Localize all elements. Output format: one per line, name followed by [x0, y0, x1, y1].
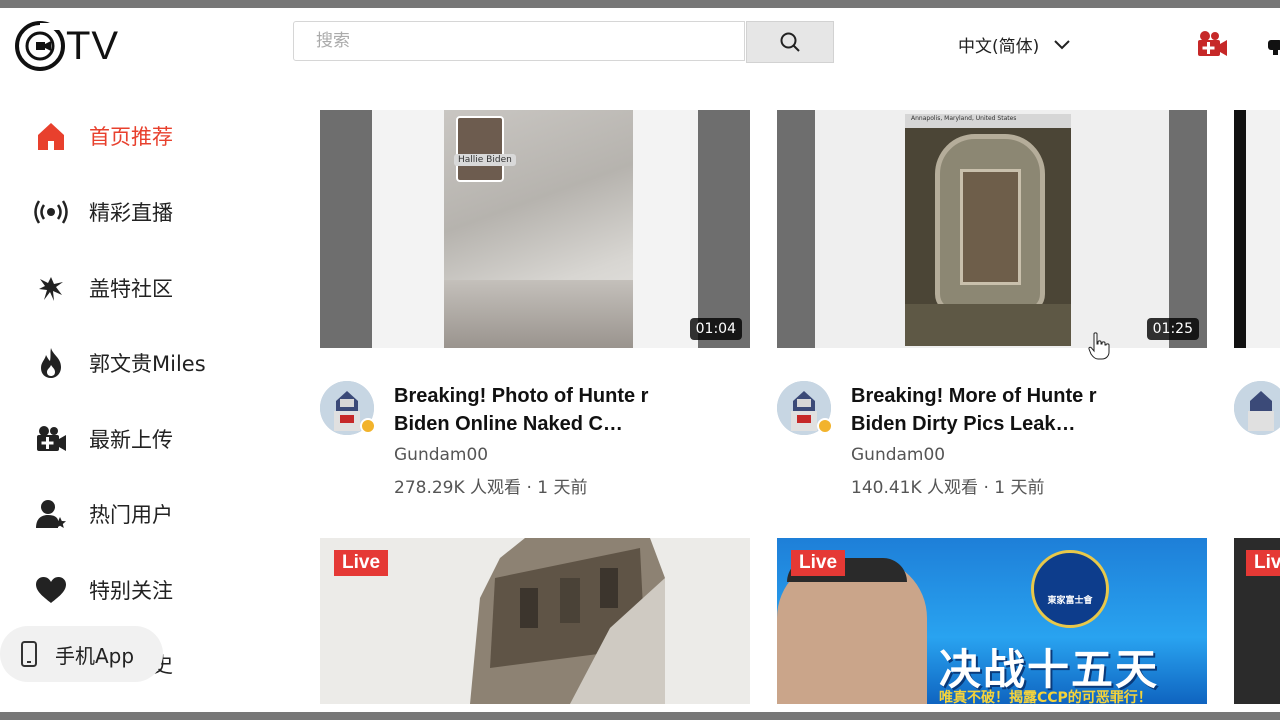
- sidebar-item-label: 热门用户: [89, 503, 173, 527]
- chevron-down-icon: [1054, 39, 1070, 49]
- video-upload-icon: [34, 422, 68, 456]
- sidebar-item-label: 首页推荐: [89, 125, 173, 149]
- search-input[interactable]: [314, 22, 738, 60]
- verified-badge-icon: [817, 418, 833, 434]
- sidebar-item-label: 最新上传: [89, 428, 173, 452]
- sidebar-item-label: 盖特社区: [89, 277, 173, 301]
- user-star-icon: [34, 497, 68, 531]
- phone-icon: [20, 641, 38, 671]
- live-badge: Live: [334, 550, 389, 576]
- live-thumbnail[interactable]: 東家富士會 决战十五天 唯真不破！揭露CCP的可恶罪行！ Live: [777, 538, 1207, 704]
- sidebar-item-following[interactable]: 特别关注: [0, 560, 293, 620]
- live-card[interactable]: Liv: [1234, 538, 1280, 704]
- live-badge: Live: [791, 550, 846, 576]
- language-label: 中文(简体): [958, 37, 1040, 57]
- video-camera-plus-icon: [1198, 31, 1227, 56]
- eagle-icon: [34, 271, 68, 305]
- video-title[interactable]: Breaking! More of Hunte r Biden Dirty Pi…: [851, 382, 1131, 438]
- sidebar-item-popular-users[interactable]: 热门用户: [0, 484, 293, 544]
- video-card[interactable]: Hallie Biden 01:04 Breaking! Photo of Hu…: [320, 110, 750, 500]
- logo-text: TV: [66, 24, 120, 68]
- verified-badge-icon: [360, 418, 376, 434]
- video-meta: 140.41K 人观看 · 1 天前: [851, 478, 1045, 498]
- seal-logo: 東家富士會: [1031, 550, 1109, 628]
- banner-subline: 唯真不破！揭露CCP的可恶罪行！: [939, 690, 1152, 704]
- live-badge: Liv: [1246, 550, 1280, 576]
- sidebar-item-miles[interactable]: 郭文贵Miles: [0, 333, 293, 393]
- video-duration: 01:25: [1146, 318, 1199, 340]
- video-thumbnail[interactable]: [1234, 110, 1280, 348]
- sidebar-item-live[interactable]: 精彩直播: [0, 182, 293, 242]
- language-selector[interactable]: 中文(简体): [958, 32, 1071, 57]
- sidebar-item-community[interactable]: 盖特社区: [0, 258, 293, 318]
- video-author[interactable]: Gundam00: [394, 445, 488, 465]
- avatar[interactable]: [1234, 381, 1280, 435]
- live-card[interactable]: Live: [320, 538, 750, 704]
- gtv-logo-icon: [15, 21, 70, 71]
- notification-icon[interactable]: [1264, 30, 1280, 58]
- sidebar-item-label: 郭文贵Miles: [89, 352, 206, 376]
- gtv-logo[interactable]: TV: [14, 18, 124, 74]
- sidebar-item-home[interactable]: 首页推荐: [0, 106, 293, 166]
- search-icon: [780, 32, 800, 52]
- window-bottom-border: [0, 712, 1280, 720]
- top-header: TV 中文(简体): [0, 8, 1280, 82]
- video-card[interactable]: [1234, 110, 1280, 500]
- home-icon: [34, 119, 68, 153]
- live-broadcast-icon: [34, 195, 68, 229]
- sidebar-item-label: 精彩直播: [89, 201, 173, 225]
- mobile-app-button[interactable]: 手机App: [0, 626, 163, 682]
- sidebar-item-latest[interactable]: 最新上传: [0, 409, 293, 469]
- live-thumbnail[interactable]: Liv: [1234, 538, 1280, 704]
- flame-icon: [34, 346, 68, 380]
- video-card[interactable]: Annapolis, Maryland, United States 01:25…: [777, 110, 1207, 500]
- video-title[interactable]: Breaking! Photo of Hunte r Biden Online …: [394, 382, 674, 438]
- video-thumbnail[interactable]: Hallie Biden 01:04: [320, 110, 750, 348]
- video-author[interactable]: Gundam00: [851, 445, 945, 465]
- sidebar-item-label: 特别关注: [89, 579, 173, 603]
- thumbnail-overlay-label: Hallie Biden: [454, 154, 516, 166]
- live-thumbnail[interactable]: Live: [320, 538, 750, 704]
- upload-video-button[interactable]: [1196, 30, 1228, 58]
- thumbnail-overlay-label: Annapolis, Maryland, United States: [911, 115, 1017, 122]
- live-card[interactable]: 東家富士會 决战十五天 唯真不破！揭露CCP的可恶罪行！ Live: [777, 538, 1207, 704]
- window-top-border: [0, 0, 1280, 8]
- heart-icon: [34, 573, 68, 607]
- presenter-image: [777, 558, 927, 704]
- video-meta: 278.29K 人观看 · 1 天前: [394, 478, 588, 498]
- search-box: [293, 21, 745, 61]
- video-thumbnail[interactable]: Annapolis, Maryland, United States 01:25: [777, 110, 1207, 348]
- sidebar: 首页推荐 精彩直播 盖特社区 郭文贵Miles 最新上传 热门用户 特别关注 史…: [0, 82, 293, 712]
- video-duration: 01:04: [689, 318, 742, 340]
- hand-cursor-icon: [1088, 332, 1110, 360]
- search-button[interactable]: [746, 21, 834, 63]
- mobile-app-label: 手机App: [55, 643, 135, 668]
